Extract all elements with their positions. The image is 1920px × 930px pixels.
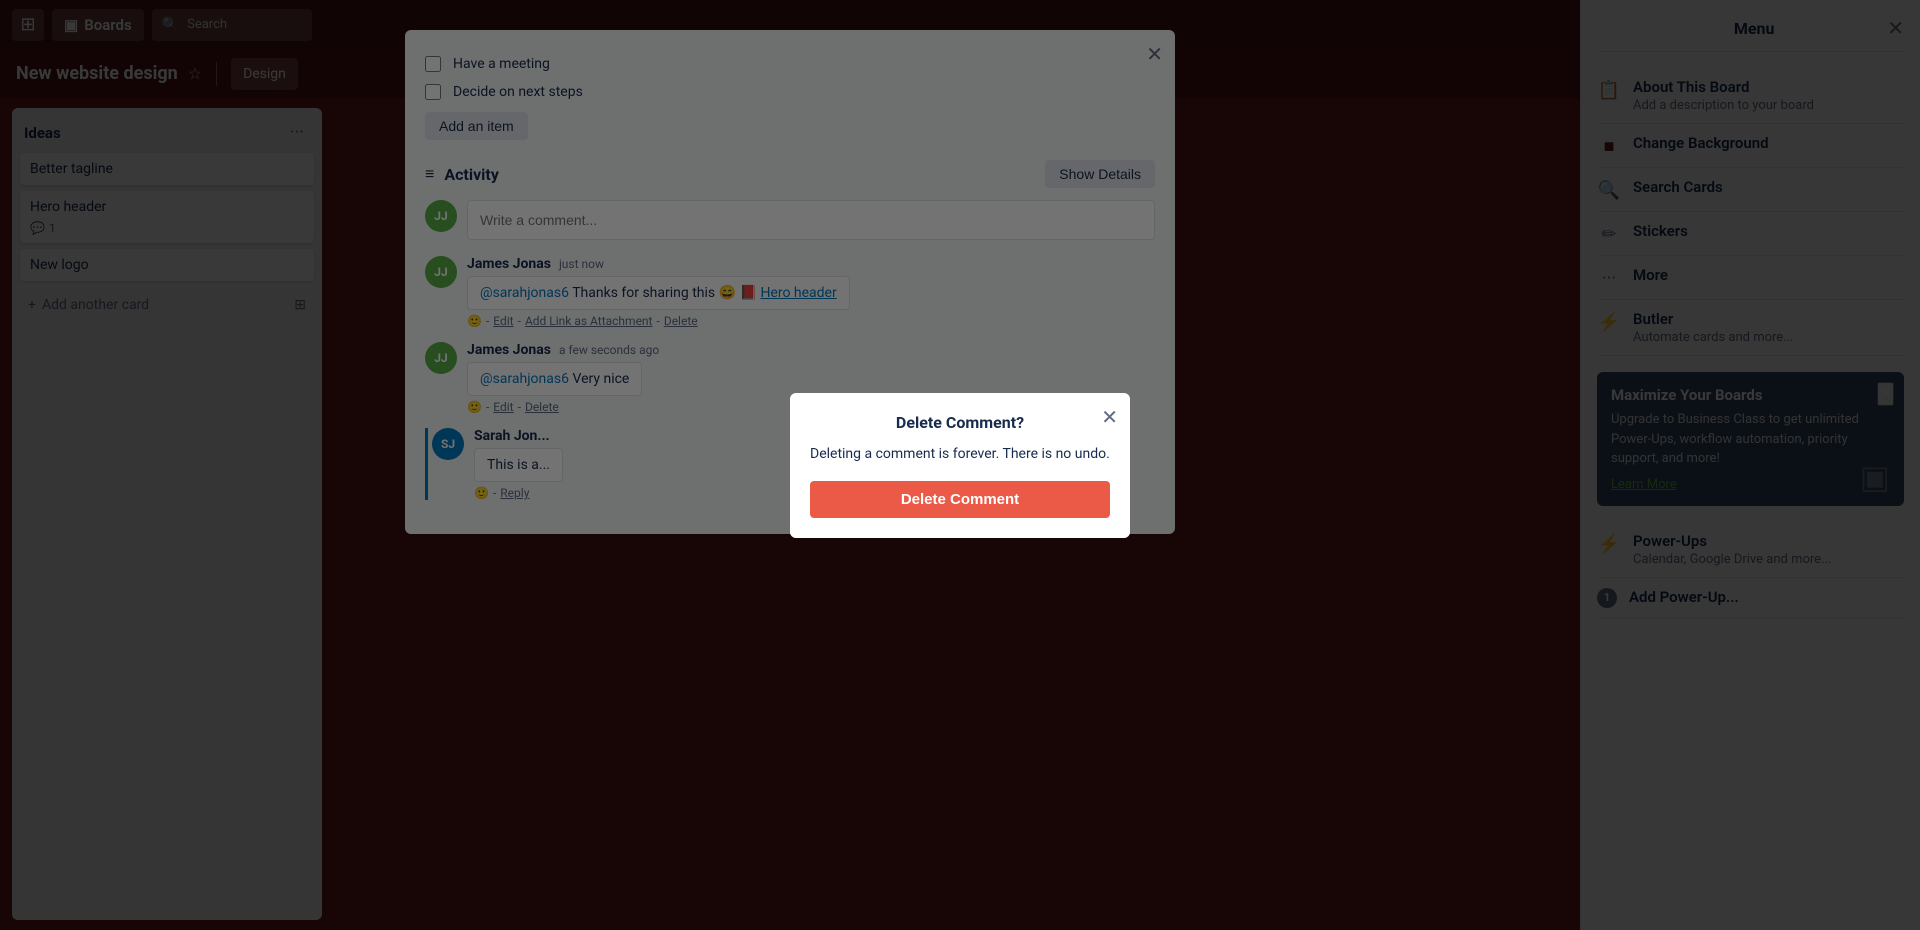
delete-modal-close-button[interactable]: ✕ <box>1101 405 1118 430</box>
delete-modal-body: Deleting a comment is forever. There is … <box>810 444 1110 465</box>
delete-modal-title: Delete Comment? <box>810 413 1110 432</box>
delete-modal-overlay[interactable]: Delete Comment? ✕ Deleting a comment is … <box>0 0 1920 930</box>
delete-modal: Delete Comment? ✕ Deleting a comment is … <box>790 393 1130 538</box>
confirm-delete-button[interactable]: Delete Comment <box>810 481 1110 518</box>
